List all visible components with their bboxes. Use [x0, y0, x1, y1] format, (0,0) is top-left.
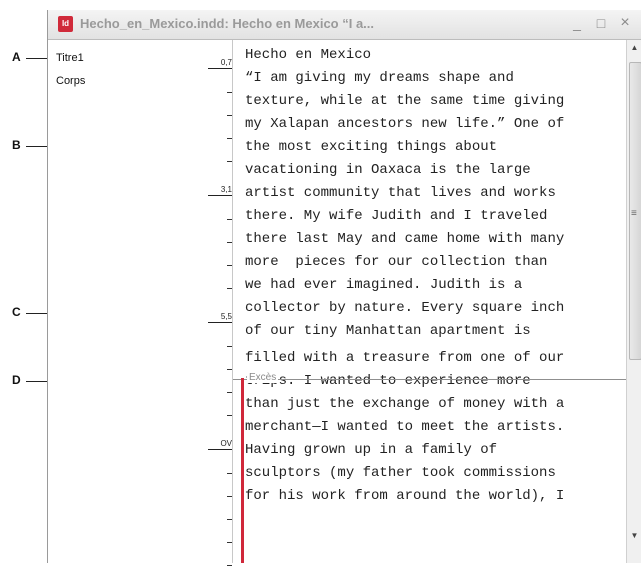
story-line[interactable]: collector by nature. Every square inch [245, 297, 564, 320]
line-tick [227, 265, 232, 266]
depth-ruler-mark: OV [208, 439, 232, 450]
story-line[interactable]: there last May and came home with many [245, 228, 564, 251]
story-line[interactable]: sculptors (my father took commissions [245, 462, 556, 485]
depth-ruler-mark: 3,1 [208, 185, 232, 196]
story-line[interactable]: Having grown up in a family of [245, 439, 497, 462]
grip-icon: ≡ [631, 208, 637, 219]
story-line[interactable]: vacationing in Oaxaca is the large [245, 159, 531, 182]
line-tick [227, 392, 232, 393]
depth-ruler-mark: 0,7 [208, 58, 232, 69]
minimize-button[interactable]: _ [568, 14, 586, 32]
line-tick [227, 519, 232, 520]
line-tick [227, 219, 232, 220]
overset-divider [233, 379, 627, 380]
story-line[interactable]: trips. I wanted to experience more [245, 370, 531, 393]
scroll-thumb[interactable]: ≡ [629, 62, 641, 360]
story-editor-window: Id Hecho_en_Mexico.indd: Hecho en Mexico… [47, 10, 641, 566]
line-tick [227, 115, 232, 116]
line-tick [227, 346, 232, 347]
scroll-up-arrow-icon[interactable]: ▲ [627, 41, 641, 55]
scroll-down-arrow-icon[interactable]: ▼ [627, 529, 641, 543]
story-line[interactable]: the most exciting things about [245, 136, 497, 159]
line-tick [227, 92, 232, 93]
overset-label: Excès [247, 372, 279, 383]
story-line[interactable]: we had ever imagined. Judith is a [245, 274, 522, 297]
window-title: Hecho_en_Mexico.indd: Hecho en Mexico “I… [80, 16, 375, 31]
story-line[interactable]: there. My wife Judith and I traveled [245, 205, 547, 228]
line-tick [227, 542, 232, 543]
close-button[interactable]: × [616, 14, 634, 32]
line-tick [227, 473, 232, 474]
vertical-scrollbar[interactable]: ▲ ≡ ▼ [626, 40, 641, 563]
overset-indicator-bar [241, 378, 244, 563]
story-line[interactable]: merchant—I wanted to meet the artists. [245, 416, 564, 439]
line-tick [227, 369, 232, 370]
line-tick [227, 496, 232, 497]
indesign-app-icon: Id [58, 16, 73, 32]
maximize-button[interactable]: □ [592, 14, 610, 32]
callout-d-label: D [12, 373, 21, 387]
callout-c-label: C [12, 305, 21, 319]
story-line[interactable]: artist community that lives and works [245, 182, 556, 205]
callout-a-label: A [12, 50, 21, 64]
story-line[interactable]: of our tiny Manhattan apartment is [245, 320, 531, 343]
story-line[interactable]: more pieces for our collection than [245, 251, 547, 274]
line-tick [227, 415, 232, 416]
callout-b-label: B [12, 138, 21, 152]
line-tick [227, 288, 232, 289]
depth-ruler-mark: 5,5 [208, 312, 232, 323]
line-tick [227, 138, 232, 139]
title-bar[interactable]: Id Hecho_en_Mexico.indd: Hecho en Mexico… [48, 10, 641, 40]
story-line[interactable]: Hecho en Mexico [245, 44, 371, 67]
story-line[interactable]: for his work from around the world), I [245, 485, 564, 508]
story-line[interactable]: my Xalapan ancestors new life.” One of [245, 113, 564, 136]
paragraph-style-panel: Titre1 Corps 0,7 3,1 5,5 OV [48, 40, 233, 566]
story-line[interactable]: than just the exchange of money with a [245, 393, 564, 416]
style-item-titre1[interactable]: Titre1 [56, 52, 84, 64]
story-line[interactable]: texture, while at the same time giving [245, 90, 564, 113]
line-tick [227, 161, 232, 162]
story-line[interactable]: filled with a treasure from one of our [245, 347, 564, 370]
story-text-area[interactable]: Hecho en Mexico “I am giving my dreams sh… [233, 40, 627, 563]
story-line[interactable]: “I am giving my dreams shape and [245, 67, 514, 90]
style-item-corps[interactable]: Corps [56, 75, 85, 87]
line-tick [227, 242, 232, 243]
